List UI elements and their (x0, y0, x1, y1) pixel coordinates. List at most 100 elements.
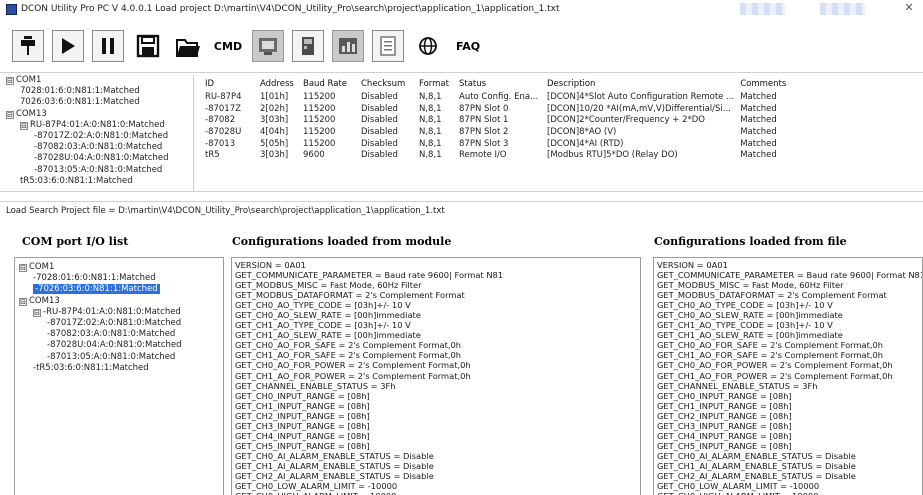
config-line: GET_CH0_AI_ALARM_ENABLE_STATUS = Disable (235, 450, 434, 461)
tree-node-label: 7028:01:6:0:N81:1:Matched (20, 86, 140, 97)
io-tree[interactable]: ⊟ COM1 -7028:01:6:0:N81:1:Matched -7026:03:… (19, 262, 182, 374)
table-cell: [DCON]10/20 *AI(mA,mV,V)Differential/Si.… (547, 103, 731, 114)
tree-node-label: -87028U:04:A:0:N81:0:Matched (47, 340, 182, 351)
expand-toggle-icon[interactable]: ⊟ (6, 110, 14, 119)
table-cell: Disabled (361, 126, 398, 137)
module-button[interactable] (292, 30, 324, 62)
table-cell: N,8,1 (419, 103, 442, 114)
table-cell: 87PN Slot 1 (459, 115, 509, 126)
web-button[interactable] (412, 30, 444, 62)
column-header[interactable]: Status (459, 78, 547, 91)
tree-node-label: tR5:03:6:0:N81:1:Matched (20, 175, 133, 186)
table-row[interactable]: RU-87P4 1[01h] 115200 Disabled N,8,1 Auto Con… (205, 91, 800, 103)
tree-node[interactable]: -7028:01:6:0:N81:1:Matched (19, 273, 182, 284)
tree-node[interactable]: -87028U:04:A:0:N81:0:Matched (19, 340, 182, 351)
table-cell: -87082 (205, 115, 236, 126)
table-cell: Matched (740, 150, 777, 161)
terminal-button[interactable] (252, 30, 284, 62)
expand-toggle-icon[interactable]: ⊟ (19, 264, 27, 272)
expand-toggle-icon[interactable]: ⊟ (19, 297, 27, 306)
column-header[interactable]: Checksum (361, 78, 419, 91)
tree-node[interactable]: -87082:03:A:0:N81:0:Matched (19, 329, 182, 340)
document-button[interactable] (372, 30, 404, 62)
table-cell: Auto Config. Ena... (459, 91, 539, 102)
table-cell: [DCON]4*AI (RTD) (547, 138, 624, 149)
tree-node-label: -87013:05:A:0:N81:0:Matched (47, 351, 176, 362)
config-line: GET_CH0_AO_TYPE_CODE = [03h]+/- 10 V (235, 300, 411, 311)
save-button[interactable] (132, 30, 164, 62)
table-cell: Matched (740, 138, 777, 149)
config-line: GET_CH1_AO_FOR_POWER = 2's Complement Fo… (657, 370, 893, 381)
module-config-panel[interactable]: VERSION = 0A01 GET_COMMUNICATE_PARAMETER … (231, 257, 641, 495)
tree-node[interactable]: -87013:05:A:0:N81:0:Matched (19, 352, 182, 363)
tree-node-label: -87028U:04:A:0:N81:0:Matched (34, 153, 169, 164)
column-header[interactable]: Baud Rate (303, 78, 361, 91)
file-config-panel[interactable]: VERSION = 0A01 GET_COMMUNICATE_PARAMETER … (653, 257, 923, 495)
config-line: GET_CH0_LOW_ALARM_LIMIT = -10000 (235, 481, 398, 492)
config-line: GET_MODBUS_MISC = Fast Mode, 60Hz Filter (657, 280, 844, 291)
table-cell: 115200 (303, 138, 336, 149)
config-line: VERSION = 0A01 (235, 260, 306, 270)
table-row[interactable]: -87013 5[05h] 115200 Disabled N,8,1 87PN Slot… (205, 138, 800, 150)
expand-toggle-icon[interactable]: ⊟ (33, 308, 41, 317)
tree-node[interactable]: -87017Z:02:A:0:N81:0:Matched (6, 131, 193, 142)
tree-node-label: COM13 (16, 108, 47, 119)
io-list-panel[interactable]: ⊟ COM1 -7028:01:6:0:N81:1:Matched -7026:03:… (14, 257, 224, 495)
column-header[interactable]: Description (547, 78, 740, 91)
open-button[interactable] (172, 30, 204, 62)
tree-node[interactable]: -tR5:03:6:0:N81:1:Matched (19, 363, 182, 374)
tree-node[interactable]: 7026:03:6:0:N81:1:Matched (6, 97, 193, 108)
tree-node[interactable]: ⊟ -RU-87P4:01:A:0:N81:0:Matched (19, 307, 182, 318)
tree-node-label: COM1 (29, 262, 55, 272)
tree-node[interactable]: -87028U:04:A:0:N81:0:Matched (6, 153, 193, 164)
module-config-text: VERSION = 0A01 GET_COMMUNICATE_PARAMETER … (232, 258, 640, 495)
faq-button[interactable]: FAQ (452, 30, 484, 62)
expand-toggle-icon[interactable]: ⊟ (20, 121, 28, 130)
device-tree[interactable]: ⊟ COM1 7028:01:6:0:N81:1:Matched 7026:03:6:… (6, 75, 194, 191)
table-cell: RU-87P4 (205, 91, 242, 102)
table-cell: Matched (740, 115, 777, 126)
config-line: GET_CH0_HIGH_ALARM_LIMIT = 10000 (235, 491, 637, 495)
config-line: GET_CH0_AO_SLEW_RATE = [00h]immediate (657, 310, 843, 321)
cmd-button[interactable]: CMD (212, 30, 244, 62)
table-cell: 1[01h] (260, 91, 289, 102)
tree-node[interactable]: -87013:05:A:0:N81:0:Matched (6, 165, 193, 176)
tree-node[interactable]: tR5:03:6:0:N81:1:Matched (6, 176, 193, 187)
column-header[interactable]: Comments (740, 78, 800, 91)
close-icon[interactable]: ✕ (901, 1, 917, 15)
table-row[interactable]: -87028U 4[04h] 115200 Disabled N,8,1 87PN Slo… (205, 126, 800, 138)
tree-node[interactable]: -87017Z:02:A:0:N81:0:Matched (19, 318, 182, 329)
config-line: VERSION = 0A01 (657, 260, 728, 270)
config-line: GET_CH0_AO_FOR_SAFE = 2's Complement For… (235, 340, 462, 351)
chart-button[interactable] (332, 30, 364, 62)
tree-node-label: -RU-87P4:01:A:0:N81:0:Matched (43, 306, 181, 317)
column-header[interactable]: Format (419, 78, 459, 91)
file-config-text: VERSION = 0A01 GET_COMMUNICATE_PARAMETER … (654, 258, 922, 495)
open-folder-icon (176, 39, 200, 57)
column-header[interactable]: ID (205, 78, 260, 91)
table-row[interactable]: -87082 3[03h] 115200 Disabled N,8,1 87PN Slot… (205, 114, 800, 126)
expand-toggle-icon[interactable]: ⊟ (6, 77, 14, 85)
tree-node[interactable]: ⊟ COM13 (19, 296, 182, 307)
save-icon (136, 34, 160, 58)
column-header[interactable]: Address (260, 78, 303, 91)
tree-node-label: -87082:03:A:0:N81:0:Matched (47, 329, 176, 340)
status-line: Load Search Project file = D:\martin\V4\… (6, 206, 445, 216)
tree-node[interactable]: ⊟ RU-87P4:01:A:0:N81:0:Matched (6, 120, 193, 131)
pause-button[interactable] (92, 30, 124, 62)
play-button[interactable] (52, 30, 84, 62)
connect-button[interactable] (12, 30, 44, 62)
tree-node[interactable]: ⊟ COM1 (6, 75, 193, 86)
table-cell: 9600 (303, 150, 325, 161)
tree-node[interactable]: -87082:03:A:0:N81:0:Matched (6, 142, 193, 153)
tree-node[interactable]: ⊟ COM1 (19, 262, 182, 273)
table-row[interactable]: -87017Z 2[02h] 115200 Disabled N,8,1 87PN Slo… (205, 103, 800, 115)
table-cell: 3[03h] (260, 150, 289, 161)
tree-node[interactable]: -7026:03:6:0:N81:1:Matched (19, 284, 182, 295)
io-list-title: COM port I/O list (22, 235, 129, 248)
table-row[interactable]: tR5 3[03h] 9600 Disabled N,8,1 Remote I/O [Mod… (205, 149, 800, 161)
tree-node[interactable]: ⊟ COM13 (6, 109, 193, 120)
cmd-label: CMD (213, 39, 243, 53)
table-cell: 87PN Slot 0 (459, 103, 509, 114)
tree-node[interactable]: 7028:01:6:0:N81:1:Matched (6, 86, 193, 97)
